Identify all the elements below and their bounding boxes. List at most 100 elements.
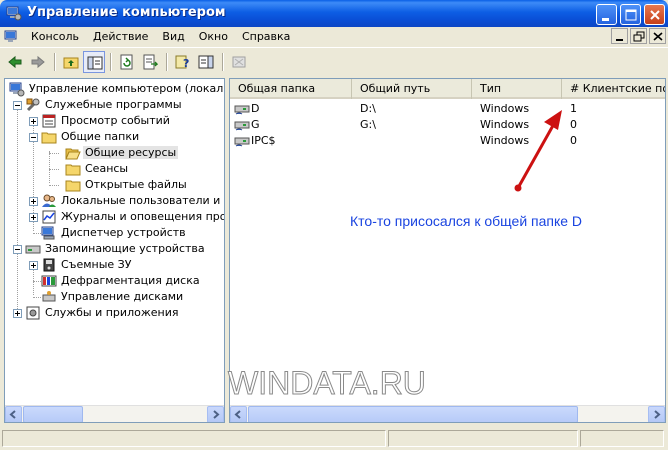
share-name: G xyxy=(251,118,260,131)
computer-management-window: Управление компьютером Консоль Действие … xyxy=(0,0,668,450)
tree-item-sessions[interactable]: Сеансы xyxy=(5,161,224,177)
maximize-button[interactable] xyxy=(620,4,641,25)
scroll-thumb[interactable] xyxy=(23,406,83,422)
tree-item-label: Съемные ЗУ xyxy=(61,258,132,271)
expand-toggle[interactable] xyxy=(29,197,38,206)
minimize-button[interactable] xyxy=(596,4,617,25)
tree-item-label: Открытые файлы xyxy=(85,178,187,191)
column-header-type[interactable]: Тип xyxy=(472,79,562,99)
shared-drive-icon xyxy=(234,121,250,131)
share-path: D:\ xyxy=(360,102,376,115)
collapse-toggle[interactable] xyxy=(13,245,22,254)
tree-item-label: Запоминающие устройства xyxy=(45,242,205,255)
tree-item-device-manager[interactable]: Диспетчер устройств xyxy=(5,225,224,241)
menu-action[interactable]: Действие xyxy=(86,30,155,43)
folder-icon xyxy=(65,164,81,176)
users-icon xyxy=(42,194,56,207)
help-button[interactable]: ? xyxy=(172,51,194,73)
expand-toggle[interactable] xyxy=(13,309,22,318)
menu-view[interactable]: Вид xyxy=(155,30,191,43)
tree-item-open-files[interactable]: Открытые файлы xyxy=(5,177,224,193)
close-button[interactable] xyxy=(644,4,665,25)
console-icon[interactable] xyxy=(4,29,20,45)
export-list-icon xyxy=(143,54,158,70)
tree-item-label: Журналы и оповещения производительности xyxy=(61,210,224,223)
scroll-thumb[interactable] xyxy=(248,406,578,422)
folder-icon xyxy=(65,180,81,192)
scroll-left-button[interactable] xyxy=(5,406,22,422)
shared-drive-icon xyxy=(234,137,250,147)
minimize-icon xyxy=(602,18,609,21)
tree-item-shares[interactable]: Общие ресурсы xyxy=(5,145,224,161)
folder-icon xyxy=(41,132,57,144)
tree-item-services-apps[interactable]: Службы и приложения xyxy=(5,305,224,321)
tree-item-label: Дефрагментация диска xyxy=(61,274,200,287)
event-viewer-icon xyxy=(42,114,56,128)
share-path: G:\ xyxy=(360,118,376,131)
tree-item-performance-logs[interactable]: Журналы и оповещения производительности xyxy=(5,209,224,225)
tree-item-shared-folders[interactable]: Общие папки xyxy=(5,129,224,145)
tree-item-removable-storage[interactable]: Съемные ЗУ xyxy=(5,257,224,273)
tree-item-event-viewer[interactable]: Просмотр событий xyxy=(5,113,224,129)
svg-text:?: ? xyxy=(183,57,189,70)
mdi-restore-button[interactable] xyxy=(630,28,647,44)
scroll-right-button[interactable] xyxy=(648,406,665,422)
mdi-close-button[interactable] xyxy=(649,28,666,44)
disconnect-session-icon xyxy=(232,56,246,68)
show-hide-action-pane-button[interactable] xyxy=(195,51,217,73)
forward-button[interactable] xyxy=(27,51,49,73)
tree-item-label: Общие ресурсы xyxy=(83,146,179,159)
column-header-path[interactable]: Общий путь xyxy=(352,79,472,99)
tree-item-disk-management[interactable]: Управление дисками xyxy=(5,289,224,305)
share-name: IPC$ xyxy=(251,134,276,147)
tree-item-defrag[interactable]: Дефрагментация диска xyxy=(5,273,224,289)
table-row[interactable]: IPC$ Windows 0 xyxy=(230,133,665,149)
back-button[interactable] xyxy=(4,51,26,73)
tree-item-computer-management[interactable]: Управление компьютером (локальным) xyxy=(5,81,224,97)
expand-toggle[interactable] xyxy=(29,117,38,126)
menu-window[interactable]: Окно xyxy=(192,30,235,43)
column-header-clients[interactable]: # Клиентские подключения xyxy=(562,79,665,99)
restore-icon xyxy=(633,31,645,42)
tree-horizontal-scrollbar[interactable] xyxy=(5,405,224,422)
tree-item-system-tools[interactable]: Служебные программы xyxy=(5,97,224,113)
list-horizontal-scrollbar[interactable] xyxy=(230,405,665,422)
tree-item-label: Диспетчер устройств xyxy=(61,226,186,239)
expand-toggle[interactable] xyxy=(29,213,38,222)
status-cell-secondary xyxy=(388,430,578,447)
tree-item-label: Управление компьютером (локальным) xyxy=(29,82,224,95)
back-arrow-icon xyxy=(8,55,22,69)
expand-toggle[interactable] xyxy=(29,261,38,270)
table-row[interactable]: G G:\ Windows 0 xyxy=(230,117,665,133)
window-title: Управление компьютером xyxy=(27,5,226,20)
device-manager-icon xyxy=(41,226,55,240)
menu-help[interactable]: Справка xyxy=(235,30,297,43)
collapse-toggle[interactable] xyxy=(29,133,38,142)
annotation-text: Кто-то присосался к общей папке D xyxy=(350,213,583,229)
scroll-right-button[interactable] xyxy=(207,406,224,422)
console-tree-pane[interactable]: Управление компьютером (локальным) Служе… xyxy=(4,78,225,423)
mdi-minimize-button[interactable] xyxy=(611,28,628,44)
menu-console[interactable]: Консоль xyxy=(24,30,86,43)
show-hide-tree-button[interactable] xyxy=(83,51,105,73)
watermark: WINDATA.RU xyxy=(228,365,427,402)
disconnect-button[interactable] xyxy=(228,51,250,73)
list-header: Общая папка Общий путь Тип # Клиентские … xyxy=(230,79,665,99)
export-list-button[interactable] xyxy=(139,51,161,73)
scroll-left-button[interactable] xyxy=(230,406,247,422)
tree-item-storage[interactable]: Запоминающие устройства xyxy=(5,241,224,257)
tree-item-label: Службы и приложения xyxy=(45,306,179,319)
show-hide-tree-icon xyxy=(87,56,103,70)
table-row[interactable]: D D:\ Windows 1 xyxy=(230,101,665,117)
tree-item-local-users[interactable]: Локальные пользователи и группы xyxy=(5,193,224,209)
tree-item-label: Просмотр событий xyxy=(61,114,170,127)
refresh-button[interactable] xyxy=(116,51,138,73)
up-folder-icon xyxy=(63,57,79,69)
column-header-share[interactable]: Общая папка xyxy=(230,79,352,99)
annotation-arrow xyxy=(514,110,562,192)
minimize-icon xyxy=(616,39,623,41)
collapse-toggle[interactable] xyxy=(13,101,22,110)
title-bar[interactable]: Управление компьютером xyxy=(0,0,668,27)
up-level-button[interactable] xyxy=(60,51,82,73)
disk-management-icon xyxy=(42,291,56,302)
